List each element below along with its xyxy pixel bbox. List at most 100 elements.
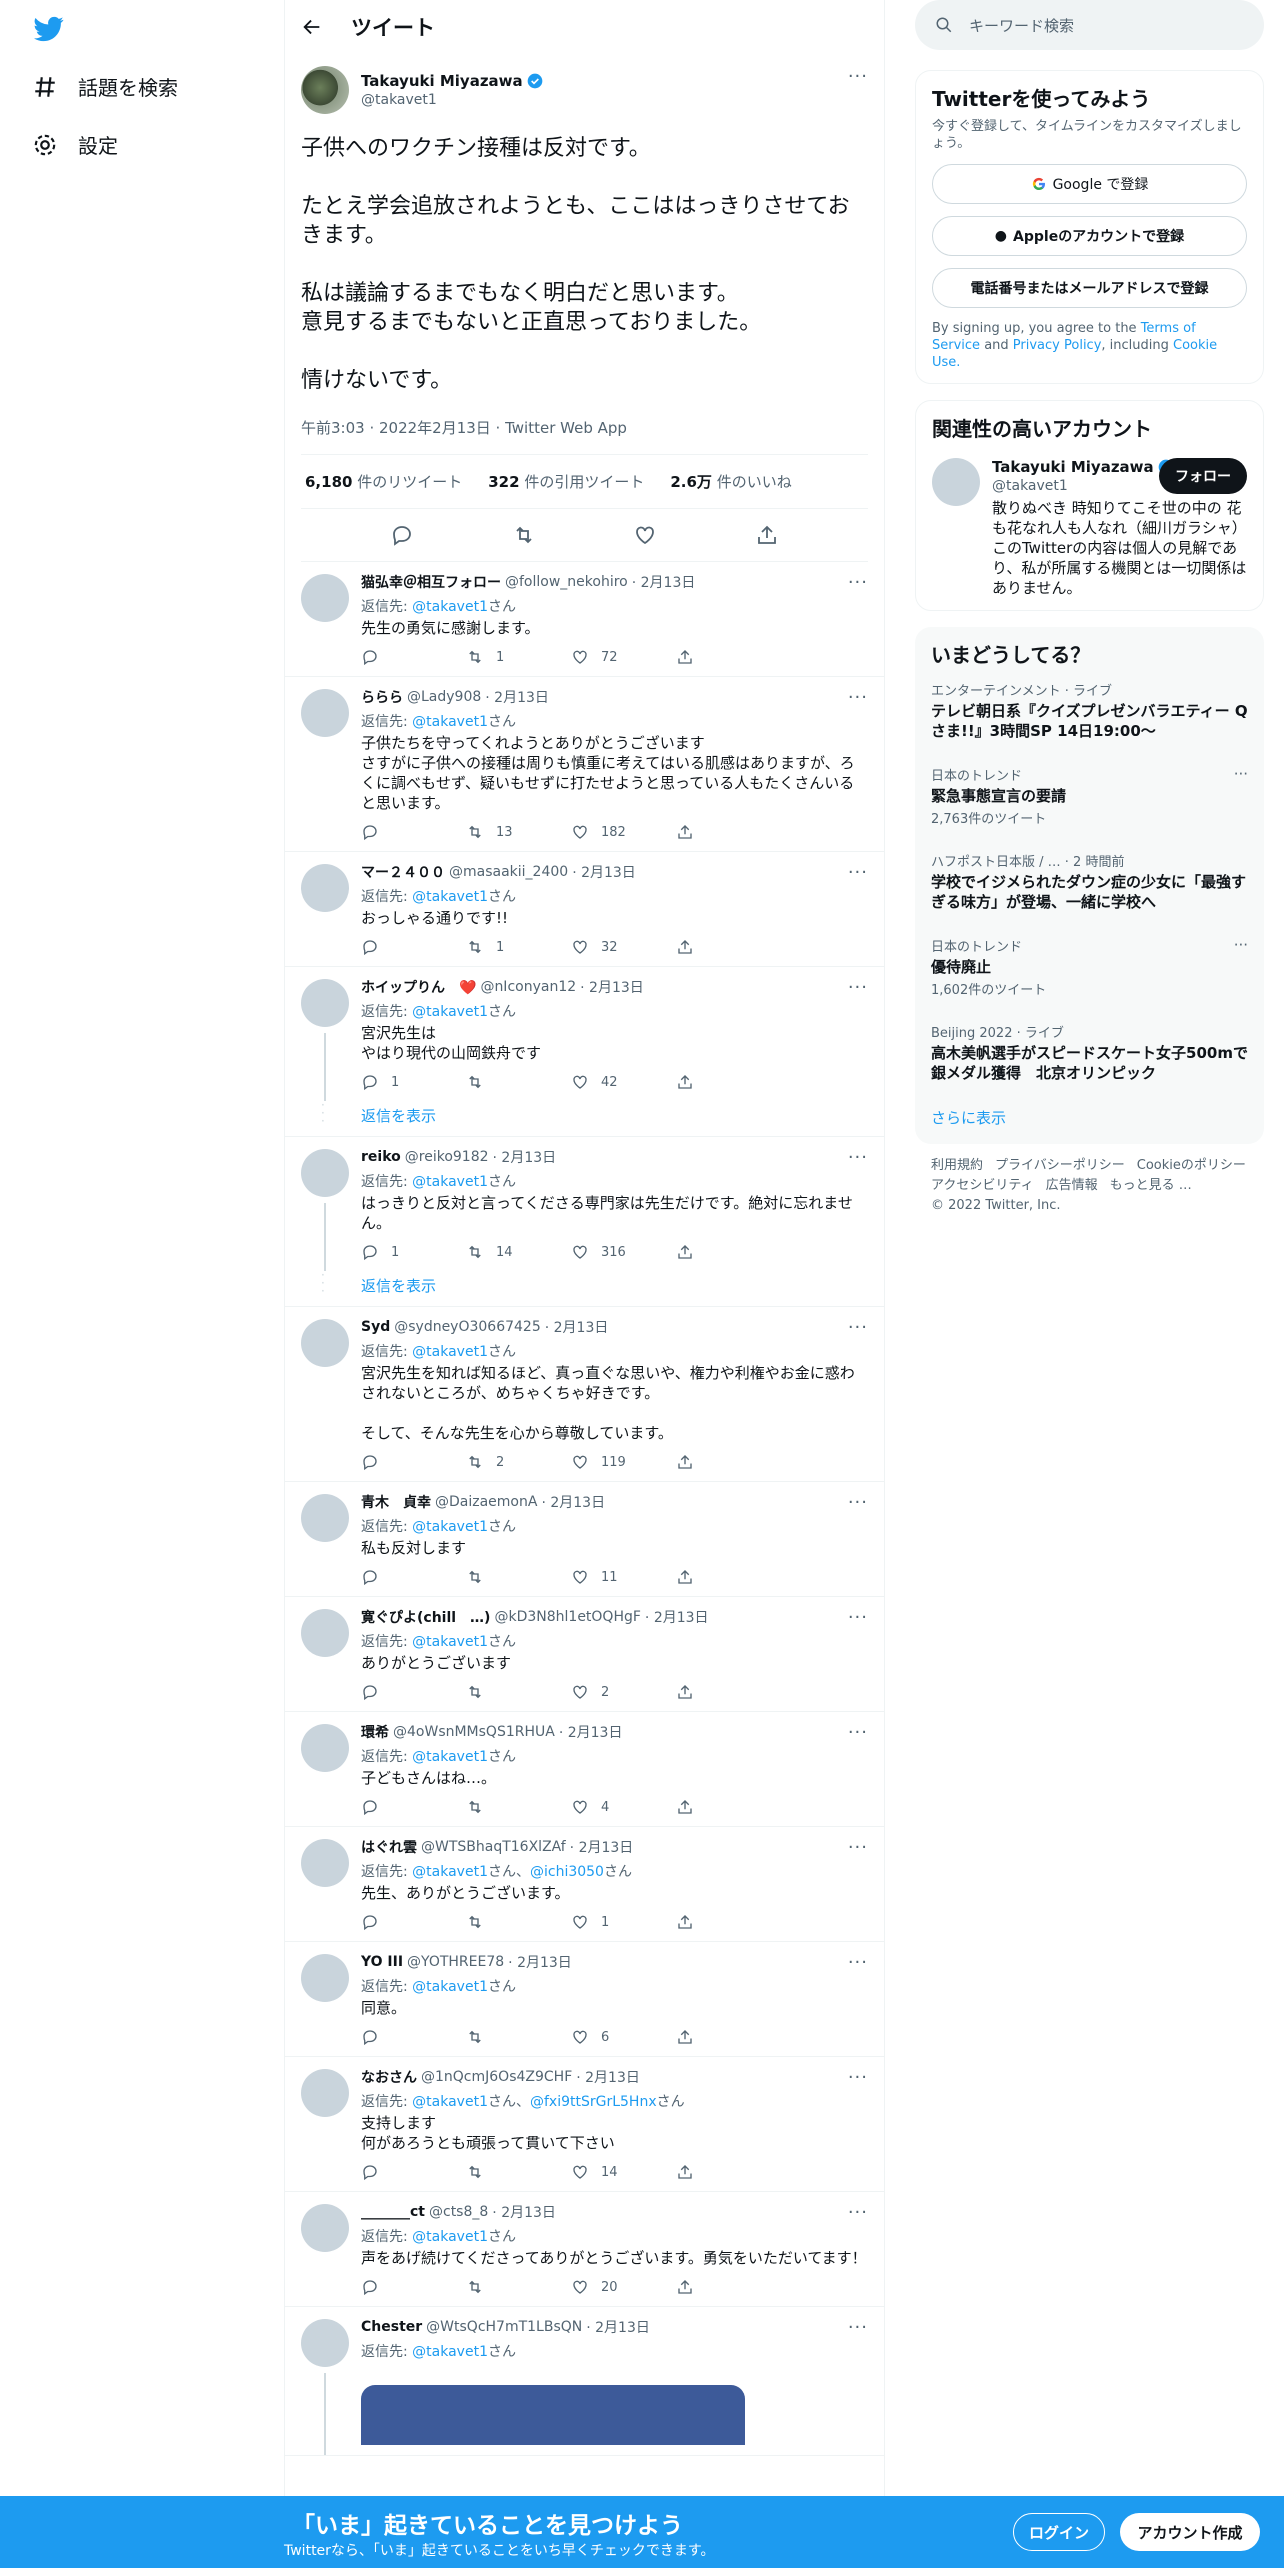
share-button[interactable] <box>676 1683 781 1701</box>
reply-author-handle[interactable]: @sydneyO30667425 <box>394 1319 541 1335</box>
avatar[interactable] <box>301 1494 349 1542</box>
mention-link[interactable]: @takavet1 <box>412 889 488 905</box>
like-stat[interactable]: 2.6万 件のいいね <box>670 471 791 492</box>
reply-author-handle[interactable]: @4oWsnMMsQS1RHUA <box>393 1724 555 1740</box>
show-replies-link[interactable]: · · · 返信を表示 <box>285 1099 884 1137</box>
footer-link[interactable]: プライバシーポリシー <box>995 1156 1125 1176</box>
like-button[interactable]: 119 <box>571 1453 676 1471</box>
like-button[interactable]: 4 <box>571 1798 676 1816</box>
retweet-button[interactable] <box>466 1913 571 1931</box>
share-button[interactable] <box>676 823 781 841</box>
avatar[interactable] <box>932 458 980 506</box>
like-button[interactable]: 1 <box>571 1913 676 1931</box>
avatar[interactable] <box>301 574 349 622</box>
retweet-icon[interactable] <box>512 523 536 547</box>
share-button[interactable] <box>676 1243 781 1261</box>
share-button[interactable] <box>676 1073 781 1091</box>
mention-link[interactable]: @fxi9ttSrGrL5Hnx <box>530 2094 657 2110</box>
apple-signup-button[interactable]: ● Appleのアカウントで登録 <box>932 216 1247 256</box>
mention-link[interactable]: @takavet1 <box>412 2344 488 2360</box>
reply-date[interactable]: · 2月13日 <box>632 572 696 592</box>
share-button[interactable] <box>676 1913 781 1931</box>
back-arrow-icon[interactable] <box>301 16 323 38</box>
reply-button[interactable]: 1 <box>361 1073 466 1091</box>
like-icon[interactable] <box>633 523 657 547</box>
more-options-icon[interactable]: ··· <box>848 977 868 998</box>
reply-button[interactable] <box>361 1683 466 1701</box>
avatar[interactable] <box>301 66 349 114</box>
share-button[interactable] <box>676 648 781 666</box>
more-options-icon[interactable]: ··· <box>848 1607 868 1628</box>
reply-author-handle[interactable]: @1nQcmJ6Os4Z9CHF <box>421 2069 572 2085</box>
reply-button[interactable] <box>361 823 466 841</box>
like-button[interactable]: 20 <box>571 2278 676 2296</box>
reply-author-name[interactable]: 環希 <box>361 1722 389 1742</box>
reply-button[interactable] <box>361 938 466 956</box>
reply-date[interactable]: · 2月13日 <box>541 1492 605 1512</box>
reply-button[interactable] <box>361 2278 466 2296</box>
mention-link[interactable]: @takavet1 <box>412 1749 488 1765</box>
avatar[interactable] <box>301 1149 349 1197</box>
more-options-icon[interactable]: ··· <box>848 2067 868 2088</box>
reply-author-name[interactable]: はぐれ雲 <box>361 1837 417 1857</box>
reply-author-handle[interactable]: @WTSBhaqT16XlZAf <box>421 1839 566 1855</box>
mention-link[interactable]: @takavet1 <box>412 1004 488 1020</box>
reply-author-handle[interactable]: @cts8_8 <box>429 2204 488 2220</box>
like-button[interactable]: 42 <box>571 1073 676 1091</box>
mention-link[interactable]: @takavet1 <box>412 714 488 730</box>
twitter-logo-icon[interactable] <box>32 14 66 44</box>
reply-button[interactable]: 1 <box>361 1243 466 1261</box>
reply-date[interactable]: · 2月13日 <box>580 977 644 997</box>
avatar[interactable] <box>301 864 349 912</box>
reply-tweet[interactable]: はぐれ雲 @WTSBhaqT16XlZAf · 2月13日 ··· 返信先: @taka… <box>285 1827 884 1942</box>
reply-date[interactable]: · 2月13日 <box>492 2202 556 2222</box>
media-image[interactable] <box>361 2385 745 2445</box>
reply-date[interactable]: · 2月13日 <box>559 1722 623 1742</box>
follow-button[interactable]: フォロー <box>1159 458 1247 494</box>
avatar[interactable] <box>301 2319 349 2367</box>
share-button[interactable] <box>676 1798 781 1816</box>
reply-date[interactable]: · 2月13日 <box>586 2317 650 2337</box>
reply-tweet[interactable]: なおさん @1nQcmJ6Os4Z9CHF · 2月13日 ··· 返信先: @taka… <box>285 2057 884 2192</box>
reply-date[interactable]: · 2月13日 <box>545 1317 609 1337</box>
footer-link[interactable]: 広告情報 <box>1046 1176 1098 1196</box>
nav-settings[interactable]: 設定 <box>32 130 118 159</box>
retweet-button[interactable] <box>466 2028 571 2046</box>
avatar[interactable] <box>301 1724 349 1772</box>
retweet-button[interactable]: 13 <box>466 823 571 841</box>
reply-date[interactable]: · 2月13日 <box>572 862 636 882</box>
reply-button[interactable] <box>361 2163 466 2181</box>
reply-button[interactable] <box>361 2028 466 2046</box>
share-icon[interactable] <box>755 523 779 547</box>
footer-link[interactable]: Cookieのポリシー <box>1137 1156 1246 1176</box>
reply-author-handle[interactable]: @nIconyan12 <box>480 979 576 995</box>
more-options-icon[interactable]: ··· <box>848 862 868 883</box>
more-options-icon[interactable]: ··· <box>848 1317 868 1338</box>
retweet-button[interactable] <box>466 2163 571 2181</box>
reply-date[interactable]: · 2月13日 <box>485 687 549 707</box>
reply-author-handle[interactable]: @Lady908 <box>407 689 481 705</box>
mention-link[interactable]: @takavet1 <box>412 1174 488 1190</box>
reply-button[interactable] <box>361 648 466 666</box>
mention-link[interactable]: @ichi3050 <box>530 1864 604 1880</box>
mention-link[interactable]: @takavet1 <box>412 1519 488 1535</box>
share-button[interactable] <box>676 938 781 956</box>
account-name[interactable]: Takayuki Miyazawa <box>992 458 1154 476</box>
retweet-button[interactable] <box>466 1683 571 1701</box>
avatar[interactable] <box>301 689 349 737</box>
reply-author-handle[interactable]: @WtsQcH7mT1LBsQN <box>426 2319 582 2335</box>
retweet-button[interactable]: 14 <box>466 1243 571 1261</box>
like-button[interactable]: 72 <box>571 648 676 666</box>
reply-author-handle[interactable]: @follow_nekohiro <box>505 574 628 590</box>
reply-date[interactable]: · 2月13日 <box>570 1837 634 1857</box>
more-options-icon[interactable]: ··· <box>848 572 868 593</box>
reply-tweet[interactable]: 猫弘幸＠相互フォロー @follow_nekohiro · 2月13日 ··· 返信先:… <box>285 562 884 677</box>
retweet-button[interactable] <box>466 2278 571 2296</box>
reply-author-name[interactable]: ホイップりん ❤️ <box>361 977 476 997</box>
show-more-link[interactable]: さらに表示 <box>931 1095 1248 1132</box>
share-button[interactable] <box>676 2028 781 2046</box>
reply-tweet[interactable]: ららら @Lady908 · 2月13日 ··· 返信先: @takavet1さん 子供た… <box>285 677 884 852</box>
reply-date[interactable]: · 2月13日 <box>493 1147 557 1167</box>
phone-email-signup-button[interactable]: 電話番号またはメールアドレスで登録 <box>932 268 1247 308</box>
more-options-icon[interactable]: ··· <box>848 2317 868 2338</box>
